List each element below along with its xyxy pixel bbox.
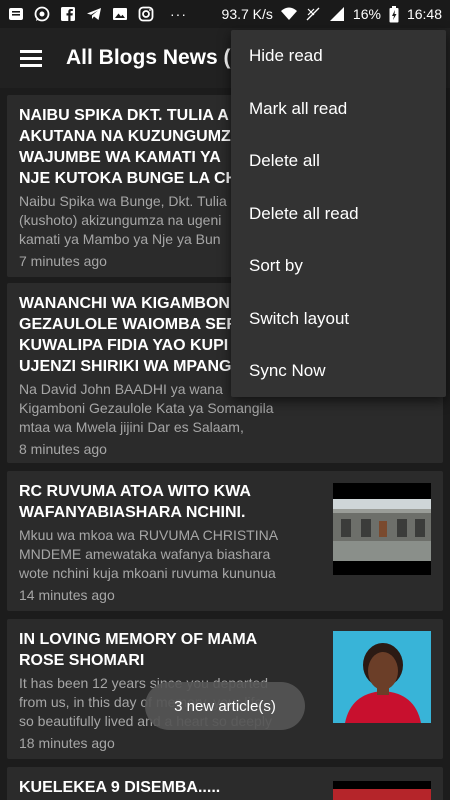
- page-title: All Blogs News (1: [66, 46, 243, 69]
- menu-item-switch-layout[interactable]: Switch layout: [231, 293, 446, 346]
- menu-item-delete-all-read[interactable]: Delete all read: [231, 188, 446, 241]
- network-speed: 93.7 K/s: [221, 6, 273, 22]
- menu-icon[interactable]: [20, 50, 42, 67]
- whatsapp-icon: [34, 6, 50, 22]
- new-articles-toast[interactable]: 3 new article(s): [145, 682, 305, 730]
- article-time: 8 minutes ago: [19, 441, 107, 457]
- article-card[interactable]: RC RUVUMA ATOA WITO KWA WAFANYABIASHARA …: [7, 471, 443, 611]
- menu-item-sort-by[interactable]: Sort by: [231, 240, 446, 293]
- battery-percent: 16%: [352, 6, 381, 22]
- article-card[interactable]: KUELEKEA 9 DISEMBA.....: [7, 767, 443, 800]
- article-time: 18 minutes ago: [19, 735, 115, 751]
- menu-item-hide-read[interactable]: Hide read: [231, 30, 446, 83]
- signal-icon: [329, 7, 344, 21]
- more-notifications: ···: [170, 6, 187, 22]
- menu-item-mark-all-read[interactable]: Mark all read: [231, 83, 446, 136]
- instagram-icon: [138, 6, 154, 22]
- clock: 16:48: [406, 6, 442, 22]
- message-icon: [9, 8, 23, 20]
- wifi-icon: [280, 7, 297, 20]
- article-thumbnail[interactable]: [333, 781, 431, 800]
- article-time: 14 minutes ago: [19, 587, 115, 603]
- signal-off-icon: [306, 7, 320, 21]
- menu-item-delete-all[interactable]: Delete all: [231, 135, 446, 188]
- telegram-icon: [87, 8, 101, 20]
- menu-item-sync-now[interactable]: Sync Now: [231, 345, 446, 398]
- article-thumbnail[interactable]: [333, 631, 431, 723]
- battery-charging-icon: [389, 5, 399, 22]
- article-thumbnail[interactable]: [333, 483, 431, 575]
- facebook-icon: [61, 7, 75, 21]
- overflow-menu: Hide read Mark all read Delete all Delet…: [231, 30, 446, 397]
- gallery-icon: [113, 8, 127, 20]
- notification-icons: ···: [8, 6, 187, 22]
- status-bar: ··· 93.7 K/s 16% 16:48: [0, 0, 450, 28]
